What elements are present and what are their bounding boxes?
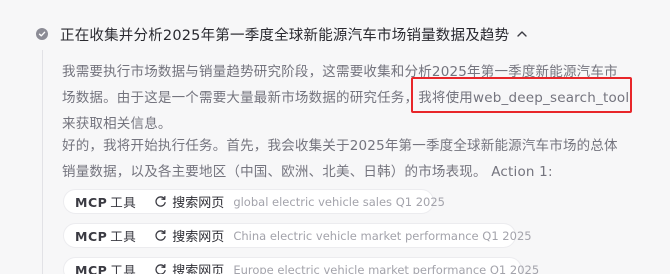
search-web-action: 搜索网页 [172,196,225,211]
refresh-icon [154,263,167,274]
timeline-rail [42,50,43,274]
step-header[interactable]: 正在收集并分析2025年第一季度全球新能源汽车市场销量数据及趋势 [36,22,529,46]
mcp-tool-label: MCP 工具 [75,229,137,244]
tool-call-chip[interactable]: MCP 工具 搜索网页 Europe electric vehicle marke… [63,257,539,274]
step-title: 正在收集并分析2025年第一季度全球新能源汽车市场销量数据及趋势 [60,27,510,44]
search-query: Europe electric vehicle market performan… [233,262,540,274]
reasoning-paragraph: 我需要执行市场数据与销量趋势研究阶段，这需要收集和分析2025年第一季度新能源汽… [62,59,642,137]
chevron-up-icon[interactable] [515,27,529,41]
search-query: China electric vehicle market performanc… [233,228,532,243]
paragraph-line: 好的，我将开始执行任务。首先，我会收集关于2025年第一季度全球新能源汽车市场的… [62,138,618,154]
paragraph-line: 场数据。由于这是一个需要大量最新市场数据的研究任务，我将使用web_deep_s… [62,90,630,106]
mcp-tool-label: MCP 工具 [75,263,137,274]
paragraph-line: 销量数据，以及各主要地区（中国、欧洲、北美、日韩）的市场表现。 Action 1… [62,164,553,180]
refresh-icon [154,229,167,242]
tool-call-chip[interactable]: MCP 工具 搜索网页 China electric vehicle market… [63,223,532,248]
refresh-icon [154,195,167,208]
check-circle-icon [36,28,48,40]
tool-call-chip[interactable]: MCP 工具 搜索网页 global electric vehicle sales… [63,189,445,214]
paragraph-line: 我需要执行市场数据与销量趋势研究阶段，这需要收集和分析2025年第一季度新能源汽… [62,64,618,80]
agent-step-panel: 正在收集并分析2025年第一季度全球新能源汽车市场销量数据及趋势 我需要执行市场… [0,0,670,274]
action-paragraph: 好的，我将开始执行任务。首先，我会收集关于2025年第一季度全球新能源汽车市场的… [62,133,642,185]
search-web-action: 搜索网页 [172,264,225,274]
search-query: global electric vehicle sales Q1 2025 [233,194,445,209]
search-web-action: 搜索网页 [172,230,225,245]
mcp-tool-label: MCP 工具 [75,195,137,210]
